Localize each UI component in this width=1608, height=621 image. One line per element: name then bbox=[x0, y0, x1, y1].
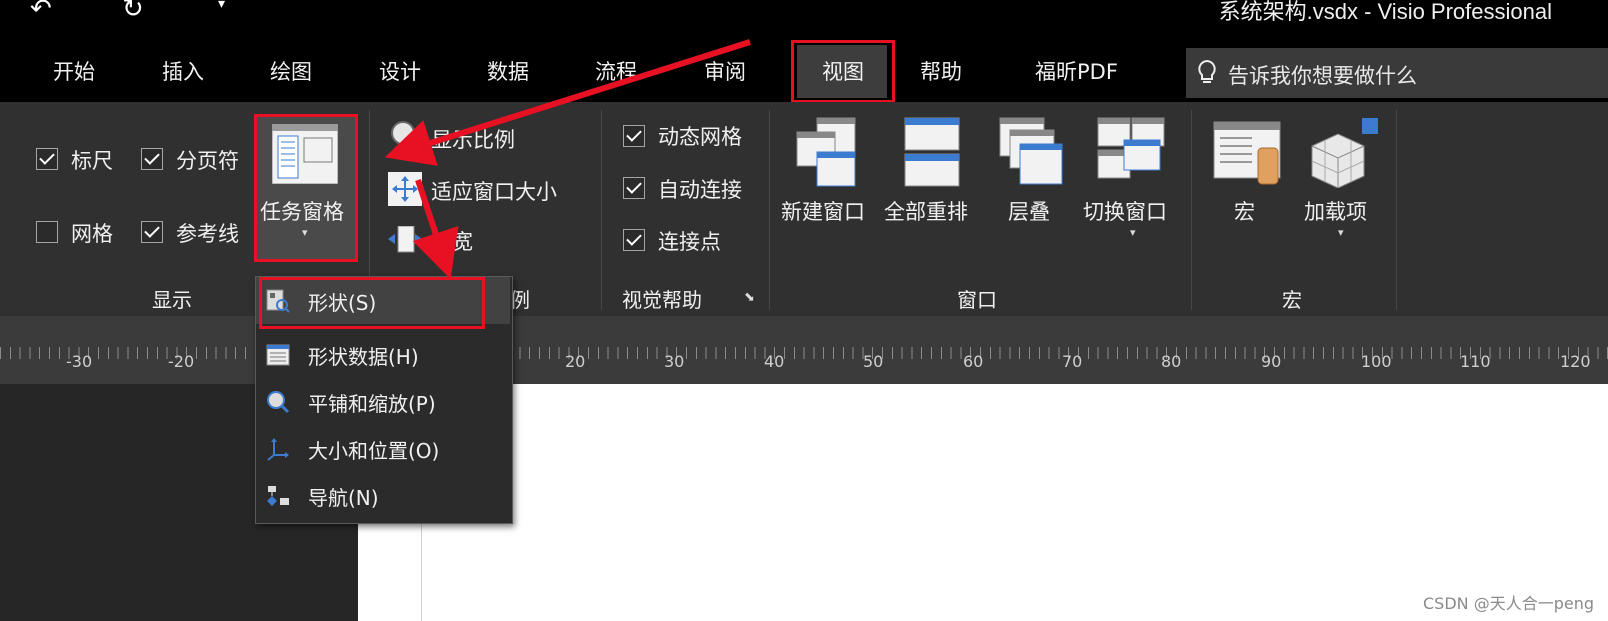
watermark: CSDN @天人合一peng bbox=[1422, 594, 1594, 613]
annotation-arrow bbox=[384, 39, 751, 166]
annotation-arrow bbox=[412, 179, 459, 280]
annotation-arrows bbox=[384, 39, 751, 280]
